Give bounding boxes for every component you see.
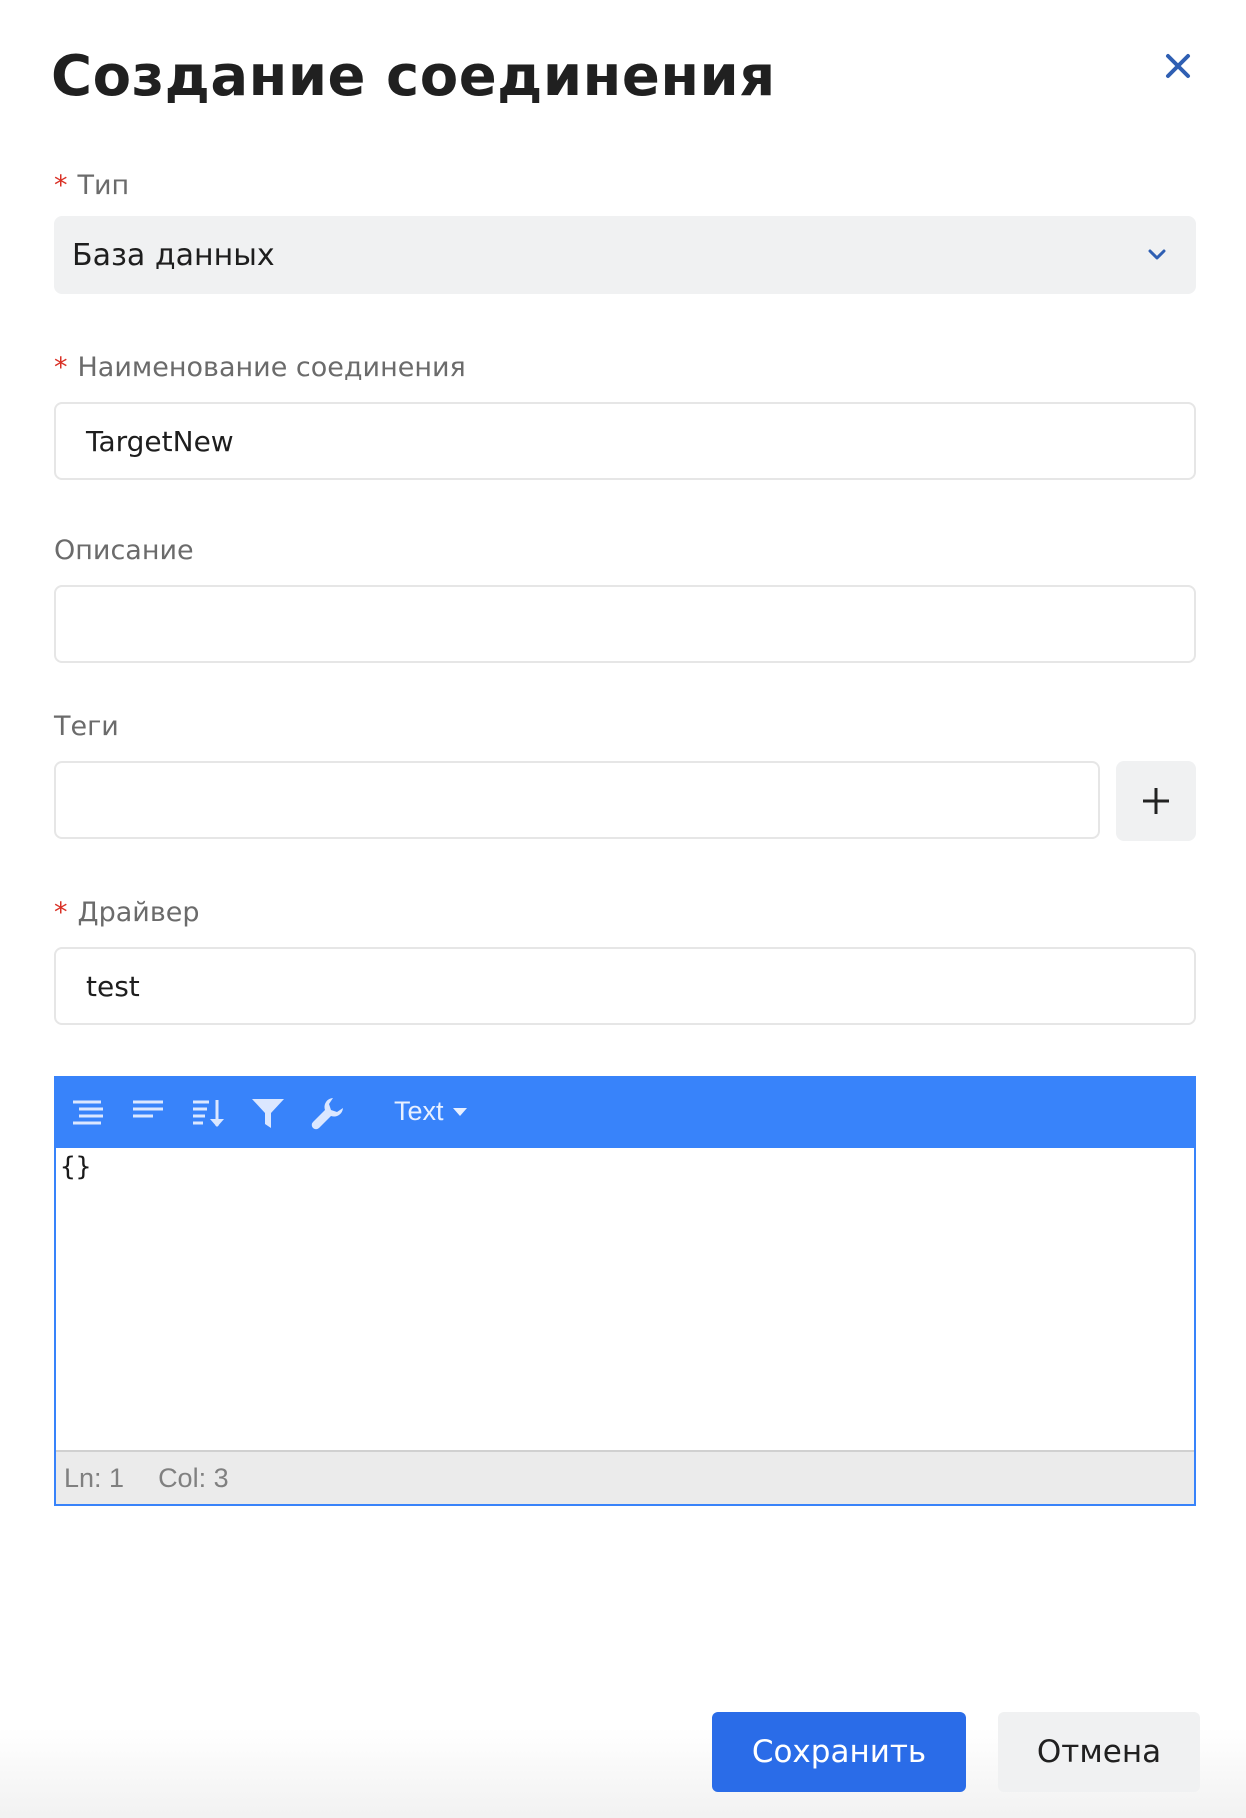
close-button[interactable] (1156, 44, 1200, 88)
editor-text-area[interactable]: {} (56, 1148, 1194, 1450)
cancel-button[interactable]: Отмена (998, 1712, 1200, 1792)
format-icon[interactable] (70, 1095, 106, 1131)
editor-content: {} (60, 1152, 92, 1182)
tags-input[interactable] (54, 761, 1100, 839)
compact-icon[interactable] (130, 1095, 166, 1131)
filter-icon[interactable] (250, 1095, 286, 1131)
plus-icon (1143, 788, 1169, 814)
driver-input[interactable]: test (54, 947, 1196, 1025)
name-label: * Наименование соединения (54, 352, 466, 383)
json-editor: Text {} Ln: 1 Col: 3 (54, 1076, 1196, 1506)
connection-name-value: TargetNew (86, 424, 234, 458)
mode-dropdown[interactable]: Text (394, 1096, 468, 1127)
driver-label: * Драйвер (54, 897, 200, 928)
add-tag-button[interactable] (1116, 761, 1196, 841)
driver-label-text: Драйвер (77, 897, 200, 928)
name-label-text: Наименование соединения (77, 352, 466, 383)
description-label: Описание (54, 535, 194, 566)
required-mark: * (54, 352, 68, 383)
chevron-down-icon (1144, 240, 1170, 275)
wrench-icon[interactable] (310, 1095, 346, 1131)
tags-label: Теги (54, 711, 119, 742)
required-mark: * (54, 897, 68, 928)
required-mark: * (54, 170, 68, 201)
page-title: Создание соединения (51, 44, 776, 109)
type-select[interactable]: База данных (54, 216, 1196, 294)
close-icon (1166, 54, 1190, 78)
type-label-text: Тип (77, 170, 130, 201)
line-indicator: Ln: 1 (64, 1462, 125, 1493)
type-label: * Тип (54, 170, 129, 201)
save-button[interactable]: Сохранить (712, 1712, 966, 1792)
type-select-value: База данных (72, 237, 275, 273)
driver-value: test (86, 969, 140, 1003)
editor-statusbar: Ln: 1 Col: 3 (56, 1450, 1194, 1504)
description-input[interactable] (54, 585, 1196, 663)
caret-down-icon (452, 1107, 467, 1116)
column-indicator: Col: 3 (158, 1462, 229, 1493)
sort-icon[interactable] (190, 1095, 226, 1131)
mode-label: Text (394, 1096, 444, 1126)
editor-toolbar: Text (56, 1078, 1194, 1148)
connection-name-input[interactable]: TargetNew (54, 402, 1196, 480)
